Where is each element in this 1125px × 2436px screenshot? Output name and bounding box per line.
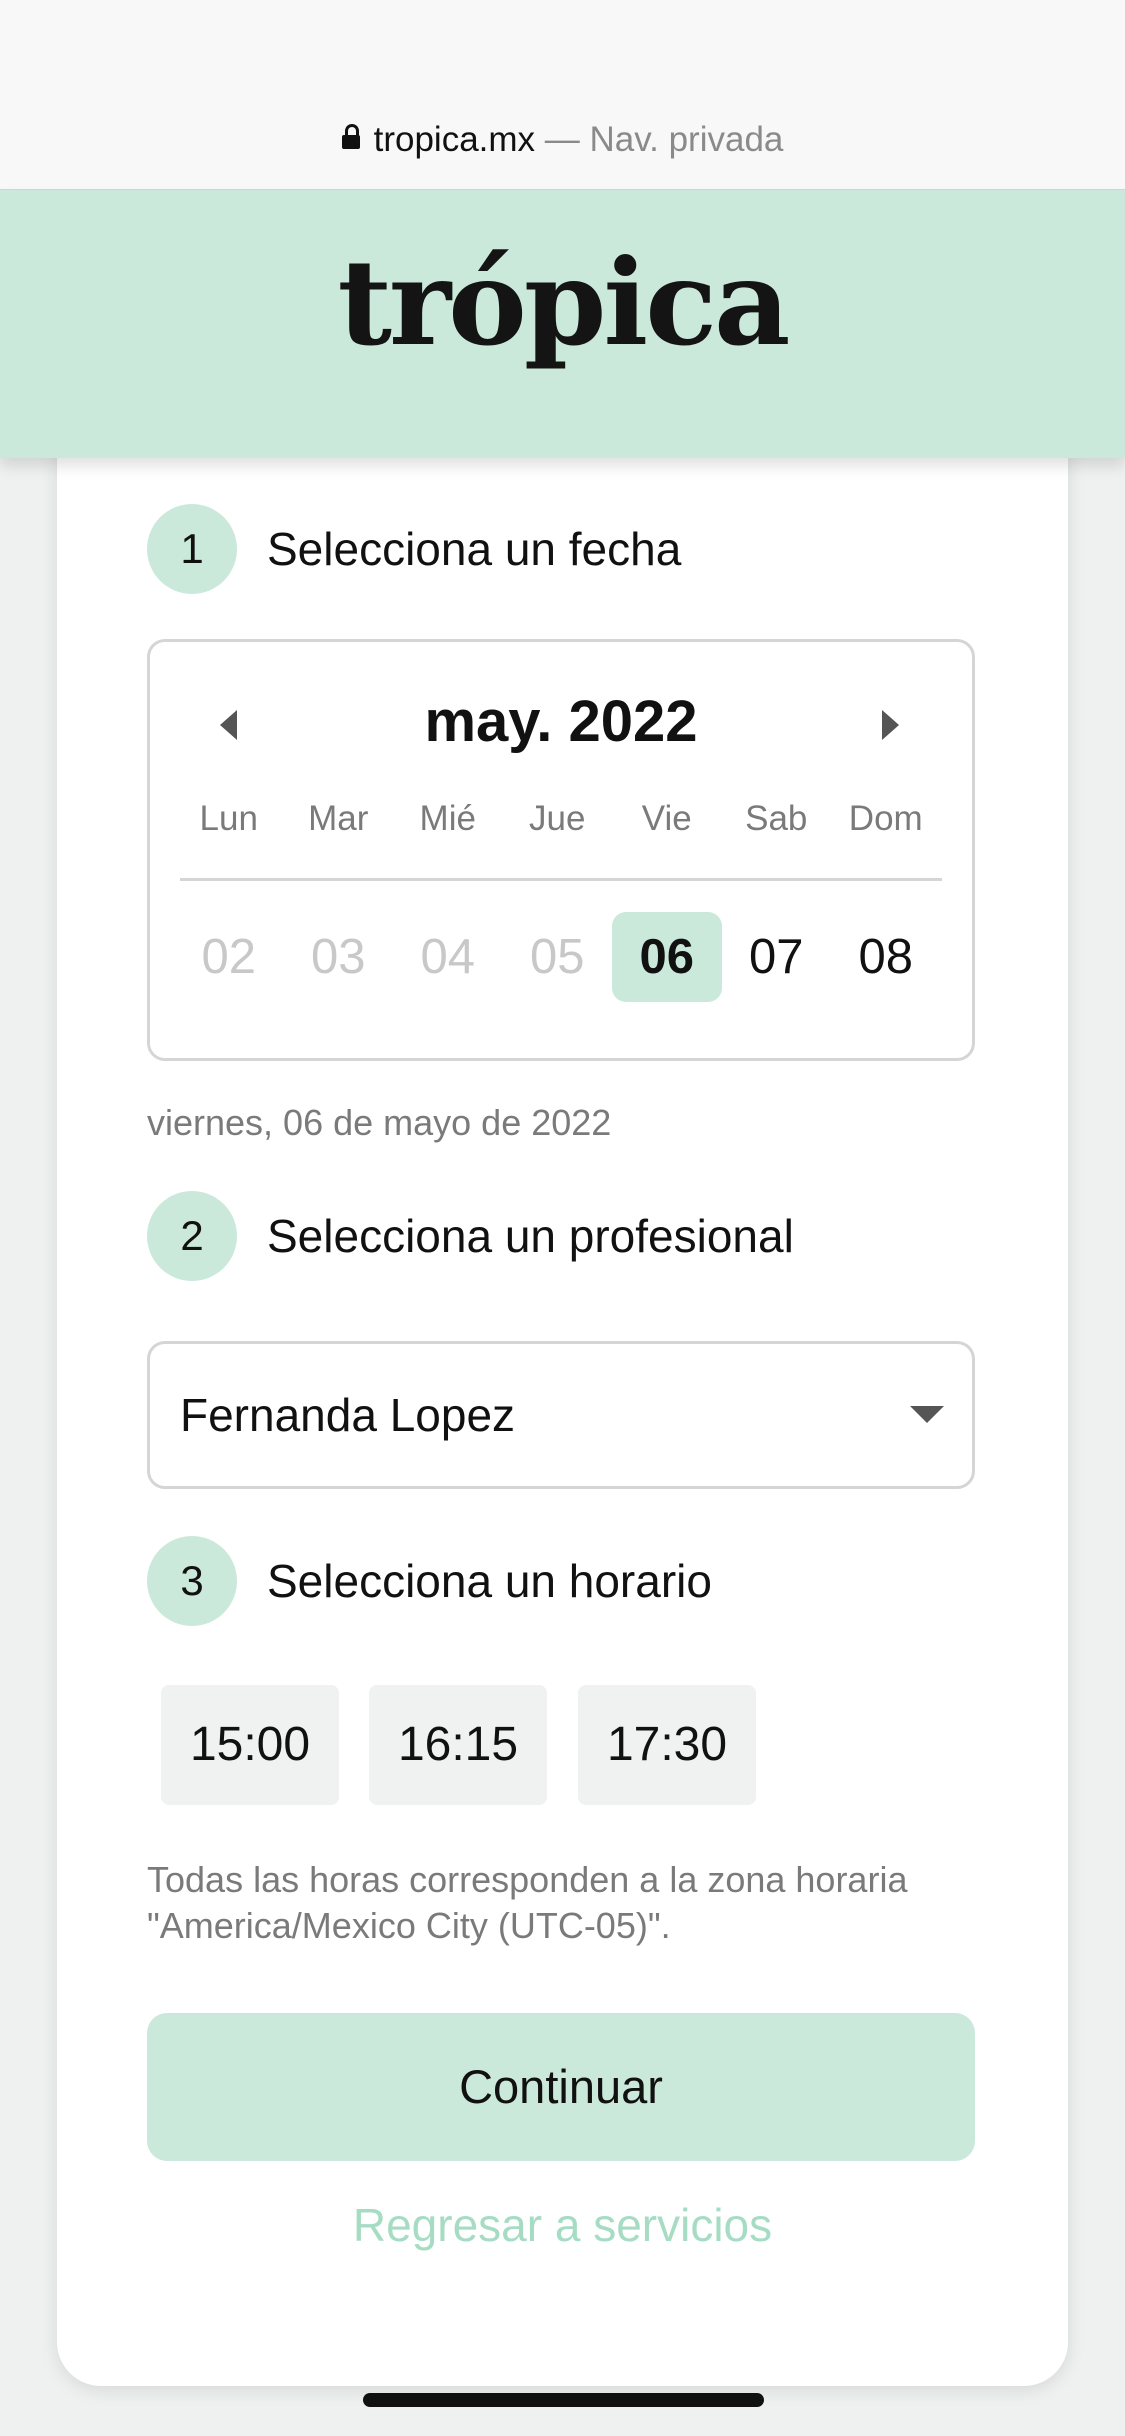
day-06-selected[interactable]: 06 [612, 912, 722, 1002]
weekday-fri: Vie [641, 799, 692, 838]
date-calendar: may. 2022 Lun Mar Mié Jue Vie Sab Dom 02… [147, 639, 975, 1061]
browser-url-bar[interactable]: tropica.mx — Nav. privada [0, 0, 1125, 190]
step-3-badge: 3 [147, 1536, 237, 1626]
step-2-title: Selecciona un profesional [267, 1210, 794, 1262]
chevron-down-icon [910, 1406, 944, 1423]
weekday-wed: Mié [419, 799, 476, 838]
weekday-sat: Sab [745, 799, 808, 838]
continue-button[interactable]: Continuar [147, 2013, 975, 2161]
selected-date-caption: viernes, 06 de mayo de 2022 [147, 1102, 612, 1143]
day-05: 05 [529, 930, 585, 984]
next-week-button[interactable] [870, 700, 910, 750]
time-slot-1615[interactable]: 16:15 [369, 1685, 547, 1805]
weekday-sun: Dom [848, 799, 923, 838]
day-07[interactable]: 07 [722, 912, 832, 1002]
calendar-month-label: may. 2022 [424, 689, 698, 754]
time-slot-1500[interactable]: 15:00 [161, 1685, 339, 1805]
day-08[interactable]: 08 [831, 912, 941, 1002]
calendar-divider [180, 878, 942, 881]
day-03: 03 [310, 930, 366, 984]
timezone-note: Todas las horas corresponden a la zona h… [147, 1859, 908, 1946]
step-3-title: Selecciona un horario [267, 1555, 712, 1607]
back-to-services-link[interactable]: Regresar a servicios [0, 2190, 1125, 2260]
day-02: 02 [201, 930, 256, 984]
weekday-tue: Mar [308, 799, 369, 838]
day-04: 04 [420, 930, 475, 984]
weekday-mon: Lun [199, 799, 258, 838]
lock-icon [341, 124, 360, 149]
professional-select[interactable]: Fernanda Lopez [147, 1341, 975, 1489]
weekday-header-row: Lun Mar Mié Jue Vie Sab Dom [150, 794, 972, 844]
private-browsing-label: — Nav. privada [535, 120, 784, 159]
url-domain: tropica.mx [373, 120, 536, 159]
weekday-thu: Jue [529, 799, 586, 838]
tropica-logo[interactable]: trópica [0, 228, 1125, 378]
time-slot-1730[interactable]: 17:30 [578, 1685, 756, 1805]
chevron-right-icon [882, 710, 899, 740]
step-1-badge: 1 [147, 504, 237, 594]
url-display[interactable]: tropica.mx — Nav. privada [0, 118, 1125, 162]
brand-header: trópica [0, 190, 1125, 458]
step-1-title: Selecciona un fecha [267, 523, 682, 575]
home-indicator [363, 2393, 764, 2407]
professional-select-value: Fernanda Lopez [180, 1389, 516, 1441]
day-row: 02 03 04 05 06 07 08 [150, 912, 972, 1002]
step-2-badge: 2 [147, 1191, 237, 1281]
